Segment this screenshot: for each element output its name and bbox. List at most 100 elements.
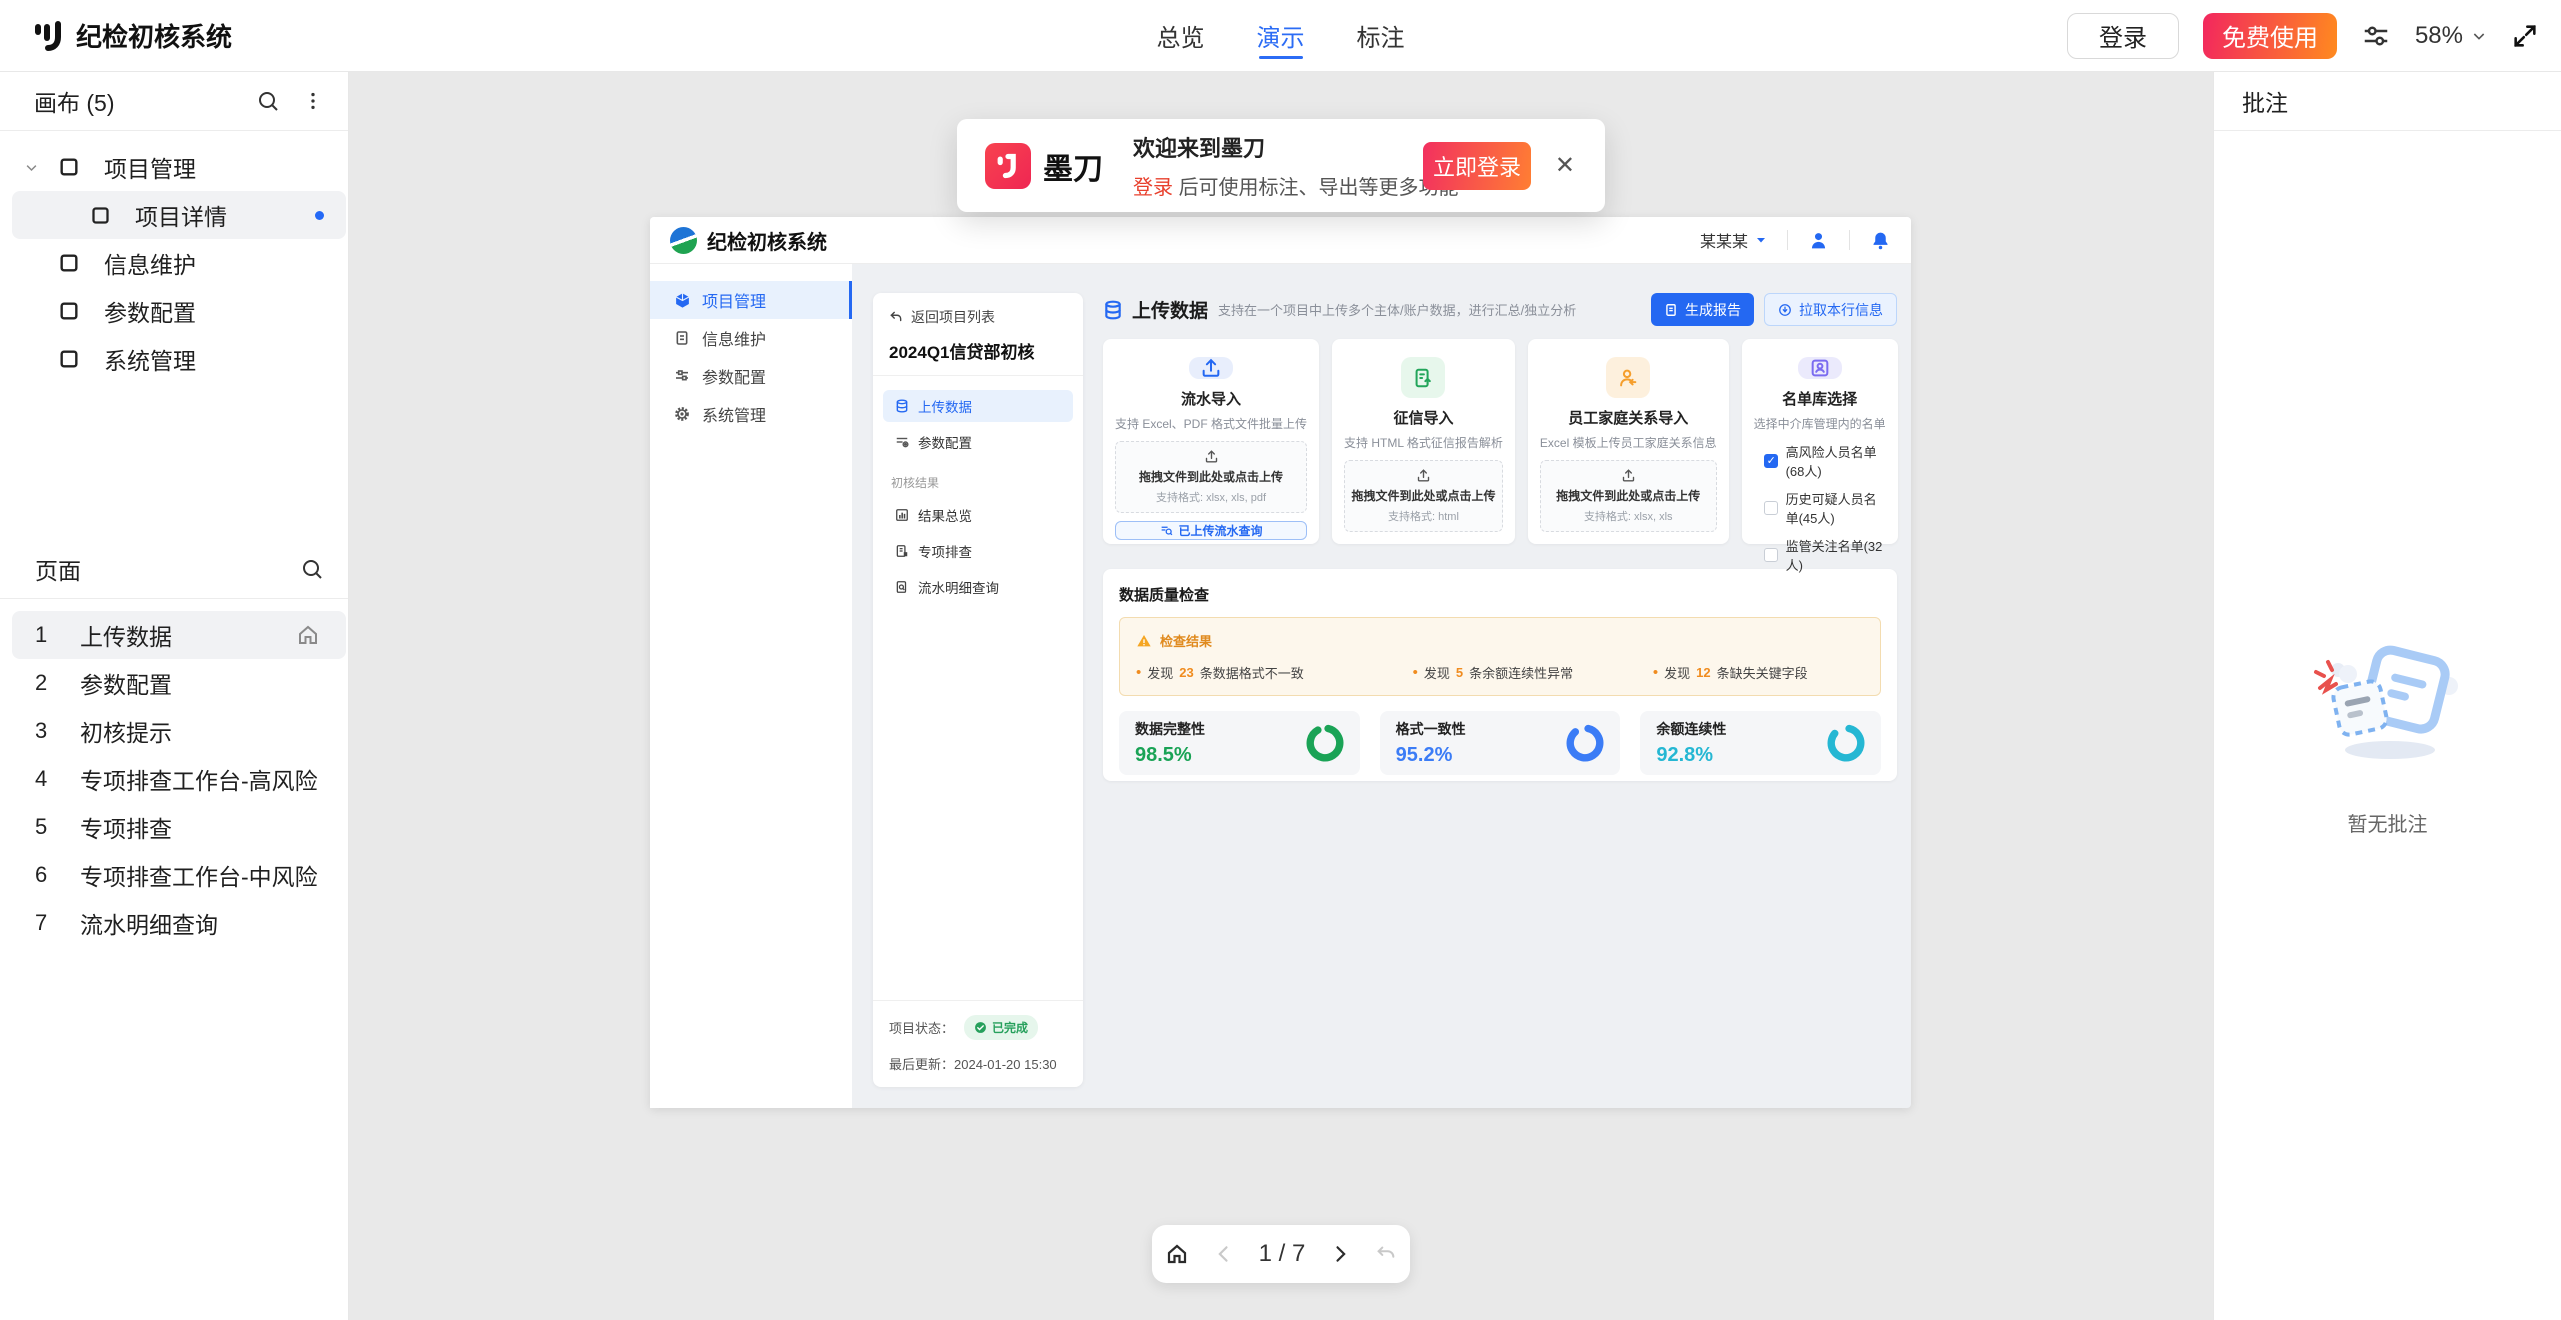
id-card-icon [1798,357,1842,379]
generate-report-button[interactable]: 生成报告 [1651,293,1754,326]
menu-results-overview[interactable]: 结果总览 [883,499,1073,531]
menu-flow-detail[interactable]: 流水明细查询 [883,571,1073,603]
more-kebab-icon[interactable] [302,90,324,112]
home-icon[interactable] [1165,1242,1189,1266]
toolbar: 纪检初核系统 总览 演示 标注 登录 免费使用 58% [0,0,2561,72]
page-label: 专项排查工作台-中风险 [80,858,318,892]
doc-search-icon [895,580,909,594]
page-item-5[interactable]: 5专项排查 [0,803,348,851]
donut-ring [1566,724,1604,762]
back-to-projects[interactable]: 返回项目列表 [889,307,1067,327]
replay-icon[interactable] [1375,1243,1397,1265]
zoom-control[interactable]: 58% [2415,22,2487,50]
card-title: 征信导入 [1393,407,1453,428]
page-item-2[interactable]: 2参数配置 [0,659,348,707]
pull-bank-info-button[interactable]: 拉取本行信息 [1764,293,1897,326]
card-credit-import: 征信导入 支持 HTML 格式征信报告解析 拖拽文件到此处或点击上传 支持格式:… [1332,339,1515,544]
canvas-header: 画布 (5) [34,84,256,118]
finding-count: 5 [1456,665,1463,680]
finding-item: •发现5条余额连续性异常 [1413,663,1653,682]
tree-item-system[interactable]: 系统管理 [0,335,348,383]
user-name: 某某某 [1700,228,1748,252]
menu-upload-data[interactable]: 上传数据 [883,390,1073,422]
project-panel: 返回项目列表 2024Q1信贷部初核 上传数据 参数配置 初核结果 结果总览 [873,293,1083,1087]
page-item-6[interactable]: 6专项排查工作台-中风险 [0,851,348,899]
checkbox-icon[interactable] [1764,548,1778,562]
menu-label: 结果总览 [918,505,972,525]
annotation-header: 批注 [2214,72,2561,131]
list-search-icon [1160,524,1173,537]
search-icon[interactable] [300,557,324,581]
page-number: 7 [35,910,80,936]
bell-icon[interactable] [1870,230,1891,251]
metric-format-consistency: 格式一致性95.2% [1380,711,1621,775]
option-history-suspect[interactable]: 历史可疑人员名单(45人) [1764,489,1886,527]
empty-annotations-text: 暂无批注 [2348,808,2428,837]
flow-dropzone[interactable]: 拖拽文件到此处或点击上传 支持格式: xlsx, xls, pdf [1115,441,1307,513]
card-desc: 支持 Excel、PDF 格式文件批量上传 [1115,415,1307,432]
credit-dropzone[interactable]: 拖拽文件到此处或点击上传 支持格式: html [1344,460,1503,532]
page-item-7[interactable]: 7流水明细查询 [0,899,348,947]
quality-title: 数据质量检查 [1119,584,1881,605]
tree-item-params[interactable]: 参数配置 [0,287,348,335]
tab-present[interactable]: 演示 [1257,0,1305,71]
next-page-icon[interactable] [1330,1244,1350,1264]
user-menu[interactable]: 某某某 [1700,228,1767,252]
page-item-1[interactable]: 1 上传数据 [12,611,346,659]
page-number: 6 [35,862,80,888]
mode-tabs: 总览 演示 标注 [1157,0,1405,71]
metric-value: 95.2% [1396,744,1466,767]
page-item-3[interactable]: 3初核提示 [0,707,348,755]
finding-pre: 发现 [1664,663,1690,682]
menu-special-check[interactable]: 专项排查 [883,535,1073,567]
metric-data-completeness: 数据完整性98.5% [1119,711,1360,775]
close-icon[interactable]: ✕ [1555,151,1575,180]
search-icon[interactable] [256,89,280,113]
page-number: 1 [35,622,80,648]
finding-pre: 发现 [1147,663,1173,682]
divider [1787,230,1788,250]
report-icon [1664,303,1678,317]
tab-overview[interactable]: 总览 [1157,0,1205,71]
list-options: 高风险人员名单(68人) 历史可疑人员名单(45人) 监管关注名单(32人) [1754,442,1886,583]
status-badge: 已完成 [964,1015,1038,1040]
checkbox-icon[interactable] [1764,501,1778,515]
login-link[interactable]: 登录 [1133,177,1173,199]
chevron-down-icon[interactable] [24,160,39,175]
checkbox-checked-icon[interactable] [1764,454,1778,468]
pages-section: 页面 1 上传数据 2参数配置 3初核提示 4专项排查工作台-高风险 5专项排查… [0,540,348,947]
login-button[interactable]: 登录 [2067,13,2179,59]
mockup-title: 纪检初核系统 [707,226,827,255]
prev-page-icon[interactable] [1214,1244,1234,1264]
nav-params[interactable]: 参数配置 [650,357,852,395]
settings-sliders-icon[interactable] [2361,21,2391,51]
page-label: 专项排查工作台-高风险 [80,762,318,796]
page-label: 初核提示 [80,714,172,748]
page-number: 2 [35,670,80,696]
menu-label: 上传数据 [918,396,972,416]
current-page-dot [315,211,324,220]
bar-chart-icon [895,508,909,522]
option-regulator-watch[interactable]: 监管关注名单(32人) [1764,536,1886,574]
gear-icon [674,406,691,422]
user-icon[interactable] [1808,230,1829,251]
frame-icon [90,205,111,226]
tree-item-info-maintain[interactable]: 信息维护 [0,239,348,287]
login-now-button[interactable]: 立即登录 [1423,142,1531,190]
page-item-4[interactable]: 4专项排查工作台-高风险 [0,755,348,803]
tab-annotate[interactable]: 标注 [1357,0,1405,71]
free-use-button[interactable]: 免费使用 [2203,13,2337,59]
option-high-risk[interactable]: 高风险人员名单(68人) [1764,442,1886,480]
annotation-panel: 批注 [2213,72,2561,1320]
nav-project-management[interactable]: 项目管理 [650,281,852,319]
menu-params-config[interactable]: 参数配置 [883,426,1073,458]
nav-system[interactable]: 系统管理 [650,395,852,433]
metric-value: 92.8% [1656,744,1726,767]
tree-item-project-management[interactable]: 项目管理 [0,143,348,191]
finding-post: 条缺失关键字段 [1717,663,1808,682]
nav-info-maintain[interactable]: 信息维护 [650,319,852,357]
family-dropzone[interactable]: 拖拽文件到此处或点击上传 支持格式: xlsx, xls [1540,460,1717,532]
tree-item-project-detail[interactable]: 项目详情 [12,191,346,239]
uploaded-flow-query-button[interactable]: 已上传流水查询 [1115,521,1307,540]
fullscreen-icon[interactable] [2511,22,2539,50]
